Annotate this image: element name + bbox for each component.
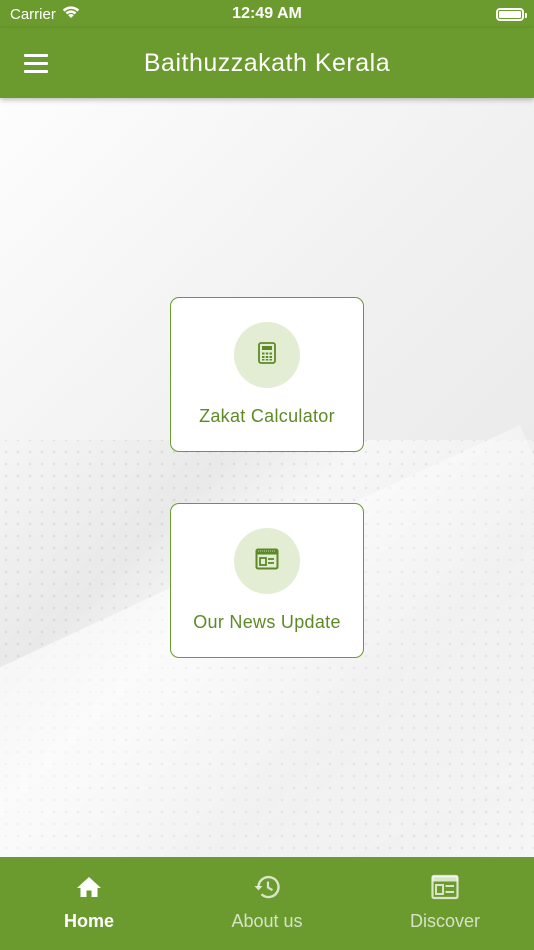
app-title: Baithuzzakath Kerala: [143, 49, 391, 77]
home-icon: [75, 873, 103, 901]
status-bar: Carrier 12:49 AM: [0, 0, 534, 28]
zakat-calculator-label: Zakat Calculator: [199, 406, 335, 426]
zakat-calculator-card[interactable]: Zakat Calculator: [170, 297, 364, 452]
news-update-card[interactable]: Our News Update: [170, 503, 364, 658]
status-time: 12:49 AM: [232, 5, 302, 22]
news-icon: [255, 548, 279, 575]
battery-icon: [496, 7, 527, 21]
nav-label-about-us: About us: [231, 911, 303, 931]
nav-item-home[interactable]: Home: [0, 857, 178, 950]
nav-label-home: Home: [63, 911, 114, 931]
news-icon-circle: [234, 528, 300, 594]
history-icon: [253, 873, 281, 901]
calculator-icon-circle: [234, 322, 300, 388]
nav-item-discover[interactable]: Discover: [356, 857, 534, 950]
calculator-icon: [258, 341, 276, 369]
news-update-label: Our News Update: [193, 612, 341, 632]
discover-icon: [431, 873, 459, 901]
app-bar: Baithuzzakath Kerala: [0, 28, 534, 98]
nav-label-discover: Discover: [409, 911, 480, 931]
bottom-navigation: Home About us Discover: [0, 857, 534, 950]
home-content: Zakat Calculator Our News Update: [0, 98, 534, 857]
nav-item-about-us[interactable]: About us: [178, 857, 356, 950]
